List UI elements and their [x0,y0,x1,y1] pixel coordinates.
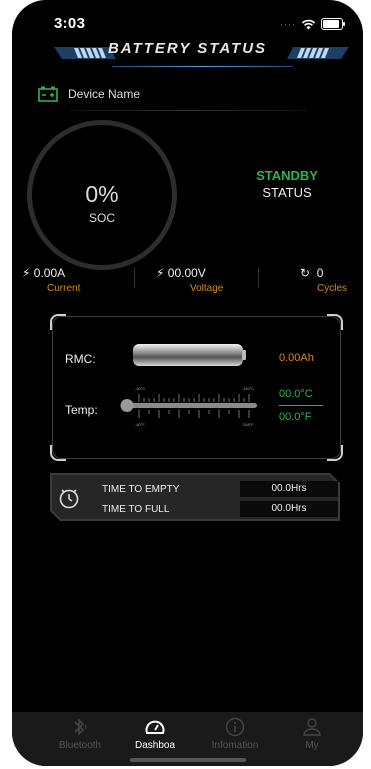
rmc-value: 0.00Ah [279,352,314,364]
battery-detail-panel: RMC: 0.00Ah Temp: -40°C 120°C -40°F 248°… [50,314,343,461]
cycles-metric: ↻ 0 Cycles [300,266,347,306]
user-icon [303,718,321,736]
divider [70,110,307,111]
tab-information[interactable]: Infomation [195,716,275,751]
lightning-icon: ⚡︎ [22,266,31,280]
soc-value: 0% [85,181,119,207]
soc-label: SOC [88,211,115,225]
device-name: Device Name [68,87,141,101]
bluetooth-icon [74,718,87,736]
time-to-empty-label: TIME TO EMPTY [102,484,180,495]
panel-corner [50,445,66,461]
temp-celsius: 00.0°C [279,388,313,400]
timer-clock-icon [59,489,79,509]
metrics-row: ⚡︎ 0.00A Current ⚡︎ 00.00V Voltage ↻ 0 C… [12,266,363,306]
time-to-empty-value: 00.0Hrs [240,481,338,497]
cycles-value: 0 [316,266,324,280]
time-estimate-panel: TIME TO EMPTY TIME TO FULL 00.0Hrs 00.0H… [50,473,340,521]
header-stripes-right-icon [287,47,349,59]
voltage-metric: ⚡︎ 00.00V Voltage [156,266,223,306]
info-icon [225,717,245,737]
battery-device-icon [38,86,58,102]
soc-gauge: 0% SOC [27,120,177,270]
tab-label: Bluetooth [58,740,102,751]
tab-dashboard[interactable]: Dashboa [115,716,195,751]
lightning-icon: ⚡︎ [156,266,165,280]
status-mode: STANDBY [256,168,318,183]
wifi-icon [301,19,316,29]
temp-label: Temp: [65,403,98,417]
rmc-capacity-bar [133,344,243,366]
voltage-value: 00.00V [167,266,206,280]
divider [258,268,259,288]
refresh-cycle-icon: ↻ [300,266,311,280]
temp-fahrenheit: 00.0°F [279,411,312,423]
temp-divider [279,405,323,406]
tab-my[interactable]: My [272,716,352,751]
panel-corner [327,445,343,461]
time-to-full-label: TIME TO FULL [102,504,170,515]
scale-f-min: -40°F [135,422,145,427]
cycles-label: Cycles [317,283,348,294]
device-selector[interactable]: Device Name [38,86,140,102]
battery-level-icon [321,18,345,30]
home-indicator [130,758,246,762]
app-screen: 3:03 ···· BATTERY STATUS Device Name 0% … [12,0,363,766]
scale-f-max: 248°F [243,422,254,427]
header-underline [112,66,293,67]
status-label: STATUS [262,185,312,200]
scale-c-min: -40°C [135,386,145,391]
current-metric: ⚡︎ 0.00A Current [22,266,80,306]
divider [134,268,135,288]
panel-corner [50,314,66,330]
header: BATTERY STATUS [12,40,363,68]
current-label: Current [47,283,81,294]
tab-label: My [305,740,319,751]
tab-label: Infomation [211,740,259,751]
signal-dots-icon: ···· [280,19,296,29]
voltage-label: Voltage [190,283,224,294]
status-time: 3:03 [54,15,86,32]
rmc-label: RMC: [65,352,96,366]
thermometer-gauge: -40°C 120°C -40°F 248°F [120,386,257,427]
tab-label: Dashboa [134,740,176,751]
dashboard-gauge-icon [145,720,165,734]
current-value: 0.00A [33,266,66,280]
panel-corner [327,314,343,330]
time-to-full-value: 00.0Hrs [240,501,338,517]
tab-bluetooth[interactable]: Bluetooth [40,716,120,751]
scale-c-max: 120°C [243,386,254,391]
rmc-bar-terminal [242,350,246,360]
status-indicators: ···· [280,18,345,30]
status-bar: 3:03 ···· [12,0,363,40]
